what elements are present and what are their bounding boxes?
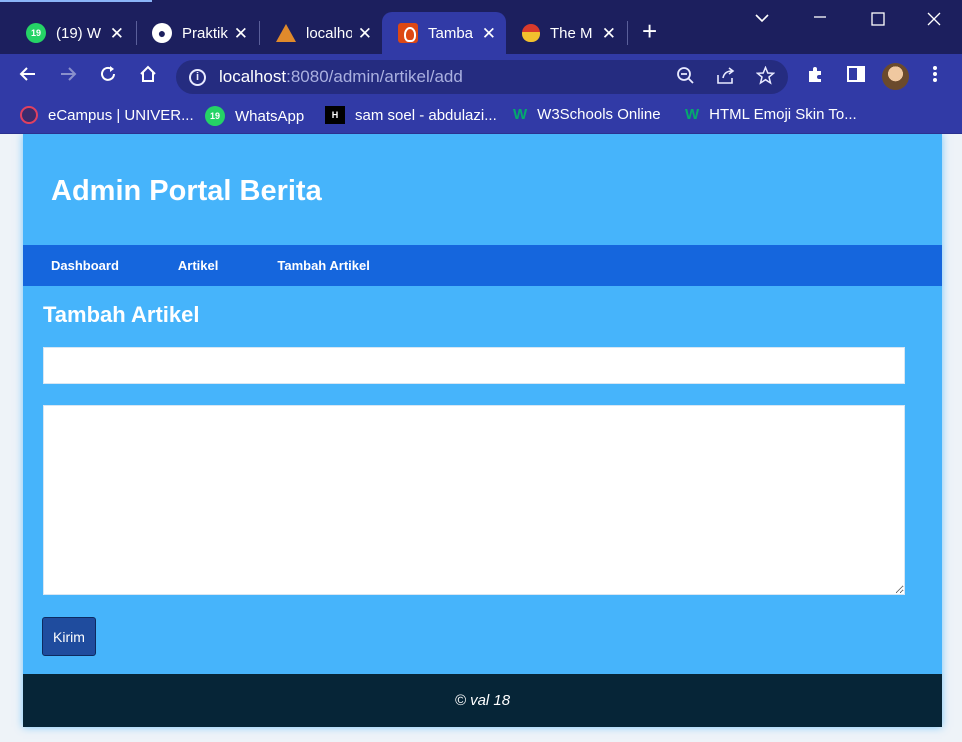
close-icon[interactable]: ✕ <box>110 25 124 42</box>
new-tab-plus-icon[interactable]: + <box>642 18 657 44</box>
form-section: Tambah Artikel Kirim <box>23 286 942 656</box>
whatsapp-icon: 19 <box>26 23 46 43</box>
tab-search-chevron-icon[interactable] <box>755 10 769 28</box>
tab-separator <box>627 21 628 45</box>
site-info-icon[interactable]: i <box>189 68 206 86</box>
close-icon[interactable]: ✕ <box>482 25 496 42</box>
bookmark-ecampus[interactable]: eCampus | UNIVER... <box>20 106 194 124</box>
close-icon[interactable]: ✕ <box>234 25 248 42</box>
zoom-icon[interactable] <box>676 66 695 90</box>
forward-arrow-icon[interactable] <box>58 64 78 90</box>
tab-title: Tamba <box>428 24 474 42</box>
nav-artikel-link[interactable]: Artikel <box>178 258 218 273</box>
bookmark-label: sam soel - abdulazi... <box>355 106 497 124</box>
maximize-icon[interactable] <box>871 12 885 31</box>
submit-button[interactable]: Kirim <box>42 617 96 656</box>
tab-tambah-active[interactable]: Tamba ✕ <box>382 12 506 54</box>
page-container: Admin Portal Berita Dashboard Artikel Ta… <box>23 134 942 727</box>
site-title: Admin Portal Berita <box>51 175 322 207</box>
ecampus-icon <box>20 106 38 124</box>
globe-icon: ● <box>152 23 172 43</box>
page-viewport: Admin Portal Berita Dashboard Artikel Ta… <box>0 134 962 742</box>
close-icon[interactable]: ✕ <box>358 25 372 42</box>
profile-avatar[interactable] <box>882 63 909 90</box>
bookmarks-bar: eCampus | UNIVER... 19 WhatsApp H sam so… <box>0 100 962 134</box>
tab-whatsapp[interactable]: 19 (19) W ✕ <box>10 12 134 54</box>
side-panel-icon[interactable] <box>846 64 866 90</box>
tab-localhost[interactable]: localho ✕ <box>260 12 382 54</box>
nav-dashboard-link[interactable]: Dashboard <box>51 258 119 273</box>
w3schools-icon: W <box>513 106 528 123</box>
site-footer: © val 18 <box>23 674 942 727</box>
hashnode-icon: H <box>325 106 345 124</box>
article-title-input[interactable] <box>43 347 905 384</box>
bookmark-emoji-skin[interactable]: W HTML Emoji Skin To... <box>685 106 857 123</box>
page-heading: Tambah Artikel <box>43 302 200 327</box>
nav-tambah-artikel-link[interactable]: Tambah Artikel <box>277 258 369 273</box>
article-body-textarea[interactable] <box>43 405 905 595</box>
bookmark-whatsapp[interactable]: 19 WhatsApp <box>205 106 304 126</box>
back-arrow-icon[interactable] <box>18 64 38 90</box>
home-icon[interactable] <box>138 64 158 90</box>
tab-title: The M <box>550 24 593 42</box>
tab-title: (19) W <box>56 24 101 42</box>
url-path: :8080/admin/artikel/add <box>286 67 463 86</box>
tab-strip: 19 (19) W ✕ ● Praktik ✕ localho ✕ Tamba … <box>0 0 962 54</box>
share-icon[interactable] <box>716 66 736 90</box>
reload-icon[interactable] <box>98 64 118 90</box>
tab-strip-accent <box>0 0 152 2</box>
tab-title: Praktik <box>182 24 228 42</box>
bookmark-w3schools[interactable]: W W3Schools Online <box>513 106 661 123</box>
url-host: localhost <box>219 67 287 86</box>
address-url[interactable]: localhost:8080/admin/artikel/add <box>219 67 463 87</box>
tent-logo-icon <box>276 24 296 42</box>
w3schools-icon: W <box>685 106 700 123</box>
bookmark-label: WhatsApp <box>235 107 305 125</box>
site-header: Admin Portal Berita <box>23 134 942 245</box>
minimize-icon[interactable] <box>813 9 827 28</box>
extensions-puzzle-icon[interactable] <box>806 64 826 90</box>
bookmark-sam-soel[interactable]: H sam soel - abdulazi... <box>325 106 497 124</box>
bookmark-label: W3Schools Online <box>537 106 661 123</box>
address-bar[interactable]: i localhost:8080/admin/artikel/add <box>176 60 788 94</box>
close-window-icon[interactable] <box>927 12 941 31</box>
close-icon[interactable]: ✕ <box>602 25 616 42</box>
kebab-menu-icon[interactable] <box>932 64 938 90</box>
bookmark-label: eCampus | UNIVER... <box>48 106 194 124</box>
whatsapp-badge: 19 <box>209 111 220 121</box>
hashnode-badge: H <box>331 110 339 120</box>
whatsapp-icon: 19 <box>205 106 225 126</box>
bookmark-star-icon[interactable] <box>755 65 776 90</box>
whatsapp-badge: 19 <box>30 28 41 38</box>
tab-praktik[interactable]: ● Praktik ✕ <box>136 12 258 54</box>
tab-title: localho <box>306 24 352 42</box>
mask-icon <box>522 24 540 42</box>
site-nav: Dashboard Artikel Tambah Artikel <box>23 245 942 286</box>
tab-the-m[interactable]: The M ✕ <box>506 12 626 54</box>
bookmark-label: HTML Emoji Skin To... <box>709 106 857 123</box>
footer-text: © val 18 <box>454 692 511 709</box>
codeigniter-flame-icon <box>398 23 418 43</box>
